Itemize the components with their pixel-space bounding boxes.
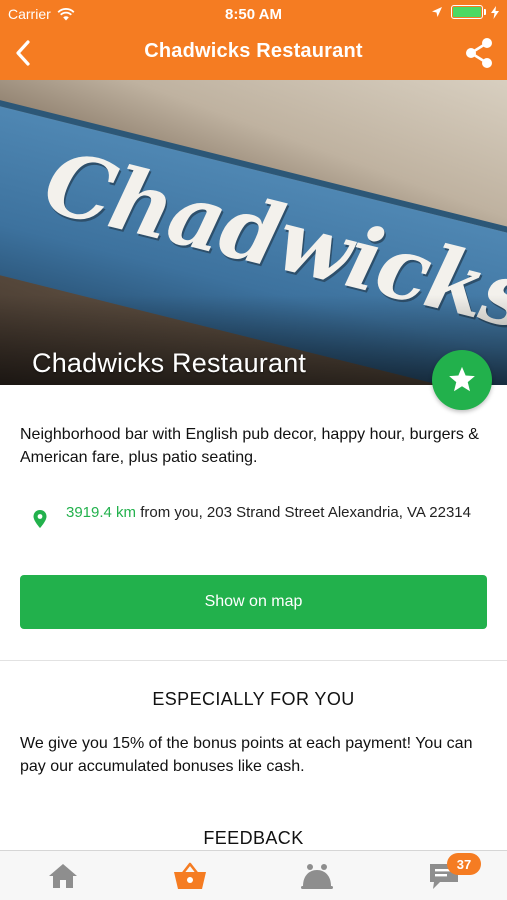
top-bar: Carrier 8:50 AM Chadwicks Restaurant [0, 0, 507, 80]
page-title: Chadwicks Restaurant [144, 40, 363, 62]
section-divider [0, 660, 507, 661]
bonus-offer-text: We give you 15% of the bonus points at e… [20, 735, 473, 775]
address-text: from you, 203 Strand Street Alexandria, … [136, 504, 471, 521]
location-text: 3919.4 km from you, 203 Strand Street Al… [66, 502, 471, 528]
tab-messages[interactable]: 37 [381, 851, 507, 900]
especially-for-you-heading: ESPECIALLY FOR YOU [152, 689, 355, 709]
tab-menu[interactable] [254, 851, 380, 900]
share-button[interactable] [461, 34, 497, 72]
distance-value: 3919.4 km [66, 504, 137, 521]
navigation-bar: Chadwicks Restaurant [0, 28, 507, 80]
restaurant-hero-image: Chadwicks Chadwicks Restaurant [0, 80, 507, 385]
status-right-group [431, 5, 499, 19]
battery-icon [451, 5, 486, 19]
restaurant-description: Neighborhood bar with English pub decor,… [20, 426, 479, 466]
cloche-icon [301, 864, 333, 889]
tab-home[interactable] [0, 851, 126, 900]
star-icon [449, 366, 475, 392]
messages-badge: 37 [447, 853, 481, 875]
map-pin-icon [33, 510, 47, 528]
feedback-heading: FEEDBACK [203, 828, 304, 848]
home-icon [49, 864, 77, 888]
restaurant-name: Chadwicks Restaurant [32, 348, 307, 378]
show-on-map-button[interactable]: Show on map [20, 575, 487, 629]
location-arrow-icon [432, 7, 442, 17]
favorite-button[interactable] [432, 350, 492, 410]
location-row: 3919.4 km from you, 203 Strand Street Al… [32, 502, 482, 528]
back-button[interactable] [8, 36, 38, 70]
tab-basket[interactable] [127, 851, 253, 900]
share-icon [466, 38, 492, 68]
chevron-left-icon [16, 40, 30, 66]
tab-bar: 37 [0, 850, 507, 900]
basket-icon [174, 862, 206, 889]
charging-bolt-icon [491, 5, 499, 19]
status-bar: Carrier 8:50 AM [0, 0, 507, 28]
